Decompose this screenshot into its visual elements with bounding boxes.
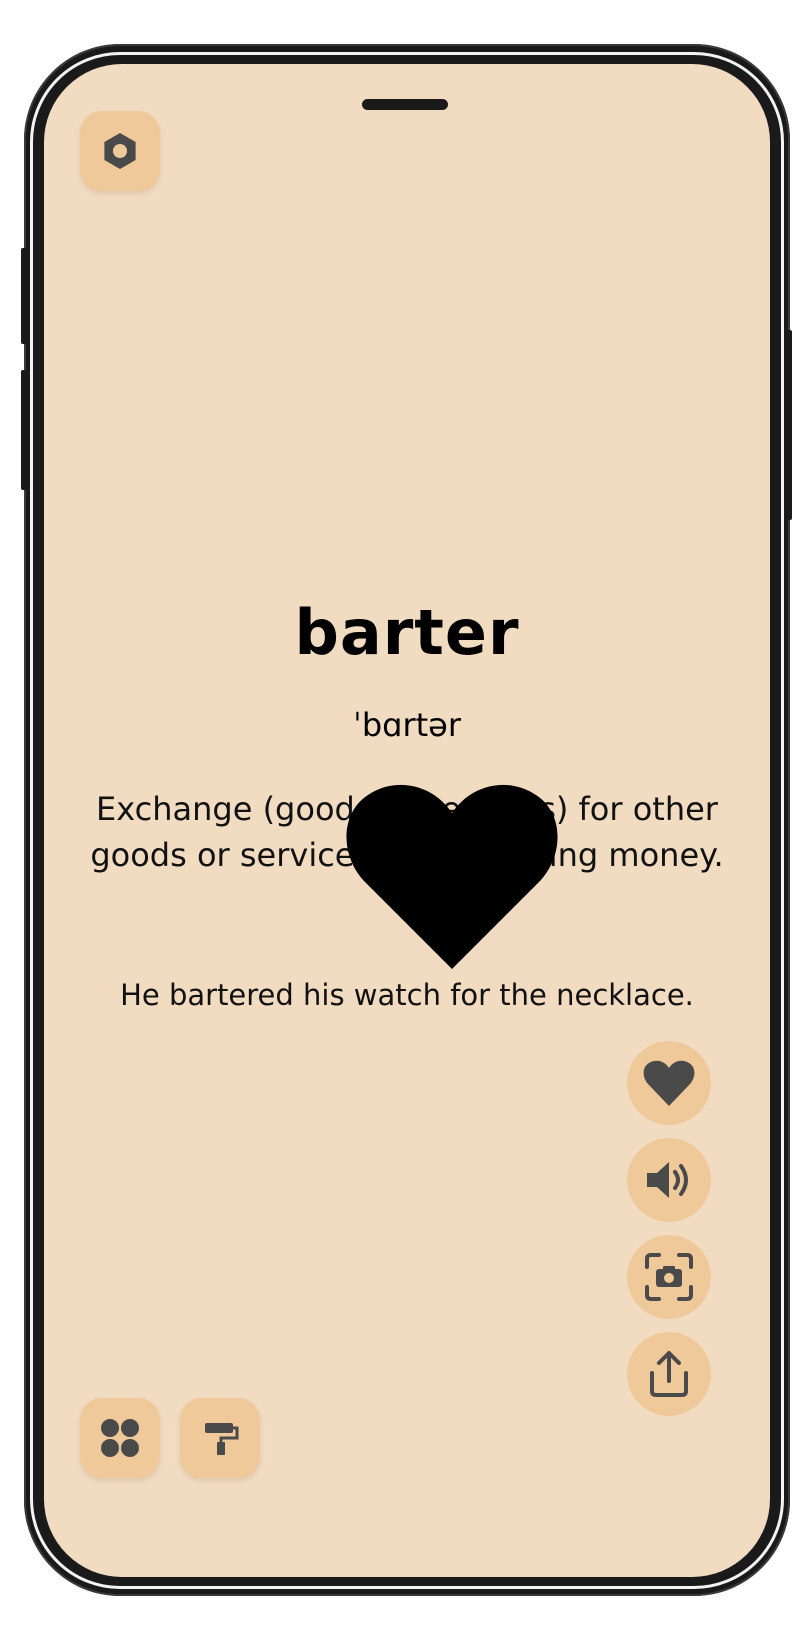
share-button[interactable] xyxy=(627,1332,711,1416)
screenshot-camera-icon xyxy=(645,1253,693,1301)
heart-icon xyxy=(346,784,558,969)
side-button-left-top xyxy=(21,248,27,344)
share-icon xyxy=(650,1351,688,1397)
settings-button[interactable] xyxy=(80,111,160,191)
word-phonetic: ˈbɑrtər xyxy=(353,706,461,744)
word-title: barter xyxy=(294,596,520,669)
side-button-left-bottom xyxy=(21,370,27,490)
grid-icon xyxy=(101,1419,139,1457)
hexagon-nut-icon xyxy=(104,133,136,169)
speaker-icon xyxy=(647,1162,688,1198)
pull-handle[interactable] xyxy=(362,99,448,110)
categories-button[interactable] xyxy=(80,1398,160,1478)
word-example: He bartered his watch for the necklace. xyxy=(120,978,694,1012)
app-stage: barter ˈbɑrtər Exchange (goods or servic… xyxy=(0,0,811,1643)
heart-icon xyxy=(643,1060,695,1106)
paint-roller-icon xyxy=(205,1423,239,1455)
screenshot-button[interactable] xyxy=(627,1235,711,1319)
favorite-button[interactable] xyxy=(627,1041,711,1125)
side-button-right xyxy=(786,330,792,520)
pronounce-button[interactable] xyxy=(627,1138,711,1222)
themes-button[interactable] xyxy=(180,1398,260,1478)
app-screen: barter ˈbɑrtər Exchange (goods or servic… xyxy=(44,64,770,1577)
